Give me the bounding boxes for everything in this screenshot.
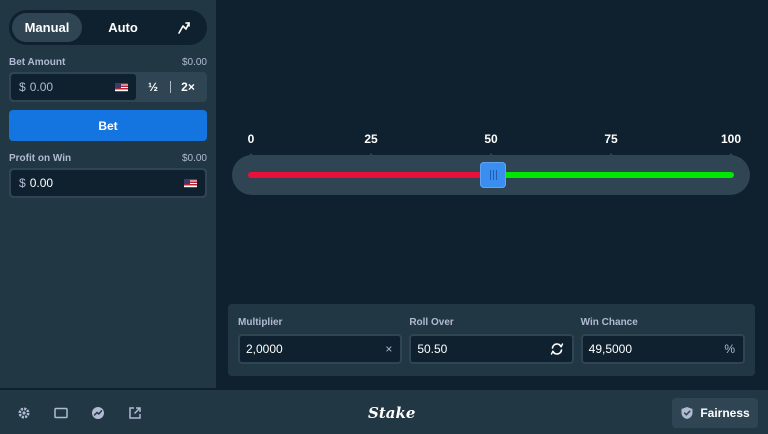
roll-over-input[interactable]: 50.50: [409, 334, 574, 364]
bet-amount-usd: $0.00: [181, 57, 207, 68]
half-bet-button[interactable]: ½: [136, 74, 170, 100]
bet-amount-value: 0.00: [29, 80, 54, 94]
trending-up-icon: [178, 21, 190, 34]
theatre-mode-icon[interactable]: [54, 406, 68, 420]
fairness-label: Fairness: [700, 406, 750, 420]
win-chance-column: Win Chance 49,5000 %: [580, 317, 745, 366]
tick-label: 0: [247, 132, 255, 146]
currency-symbol: $: [19, 80, 26, 94]
profit-label-row: Profit on Win $0.00: [9, 153, 207, 164]
fairness-button[interactable]: Fairness: [672, 398, 758, 428]
tick-label: 75: [604, 132, 618, 146]
multiply-icon: ×: [385, 342, 393, 356]
slider-handle[interactable]: [480, 162, 507, 188]
profit-group: $ 0.00: [9, 168, 207, 198]
multiplier-value: 2,0000: [246, 342, 283, 356]
game-info-panel: Multiplier 2,0000 × Roll Over 50.50 Win …: [228, 304, 755, 376]
percent-icon: %: [724, 342, 735, 356]
bet-amount-label: Bet Amount: [9, 57, 66, 68]
roll-over-value: 50.50: [417, 342, 448, 356]
popout-icon[interactable]: [128, 406, 142, 420]
slider-win-range: [493, 172, 734, 178]
win-chance-value: 49,5000: [588, 342, 633, 356]
bet-amount-group: $ 0.00 ½ 2×: [9, 72, 207, 102]
slider-ticks: 0 25 50 75 100: [0, 132, 768, 146]
multiplier-column: Multiplier 2,0000 ×: [238, 317, 403, 366]
stake-logo: Stake: [368, 404, 416, 422]
tick-label: 25: [364, 132, 378, 146]
multiplier-label: Multiplier: [238, 317, 283, 328]
stats-button[interactable]: [164, 13, 204, 42]
bet-amount-input[interactable]: $ 0.00: [11, 74, 136, 100]
mode-tabs: Manual Auto: [9, 10, 207, 45]
roll-over-column: Roll Over 50.50: [409, 317, 574, 366]
settings-gear-icon[interactable]: [17, 406, 31, 420]
currency-symbol: $: [19, 176, 26, 190]
bet-sidebar: Manual Auto Bet Amount $0.00 $ 0.00 ½ 2×…: [0, 0, 216, 388]
profit-value: 0.00: [29, 176, 54, 190]
swap-icon[interactable]: [550, 342, 564, 356]
roll-over-label: Roll Over: [409, 317, 454, 328]
grip-line: [495, 170, 497, 180]
shield-check-icon: [681, 407, 693, 419]
tab-auto[interactable]: Auto: [82, 13, 164, 42]
slider-lose-range: [248, 172, 494, 178]
bet-amount-label-row: Bet Amount $0.00: [9, 57, 207, 68]
live-stats-icon[interactable]: [91, 406, 105, 420]
us-flag-icon: [115, 82, 128, 92]
grip-line: [489, 170, 491, 180]
tick-label: 50: [484, 132, 498, 146]
win-chance-label: Win Chance: [580, 317, 638, 328]
tick-label: 100: [720, 132, 742, 146]
tab-manual[interactable]: Manual: [12, 13, 82, 42]
multiplier-input[interactable]: 2,0000 ×: [238, 334, 403, 364]
us-flag-icon: [184, 178, 197, 188]
profit-label: Profit on Win: [9, 153, 72, 164]
profit-input[interactable]: $ 0.00: [11, 170, 205, 196]
profit-usd: $0.00: [181, 153, 207, 164]
grip-line: [492, 170, 494, 180]
footer-bar: Stake Fairness: [0, 388, 768, 434]
double-bet-button[interactable]: 2×: [171, 74, 205, 100]
win-chance-input[interactable]: 49,5000 %: [580, 334, 745, 364]
